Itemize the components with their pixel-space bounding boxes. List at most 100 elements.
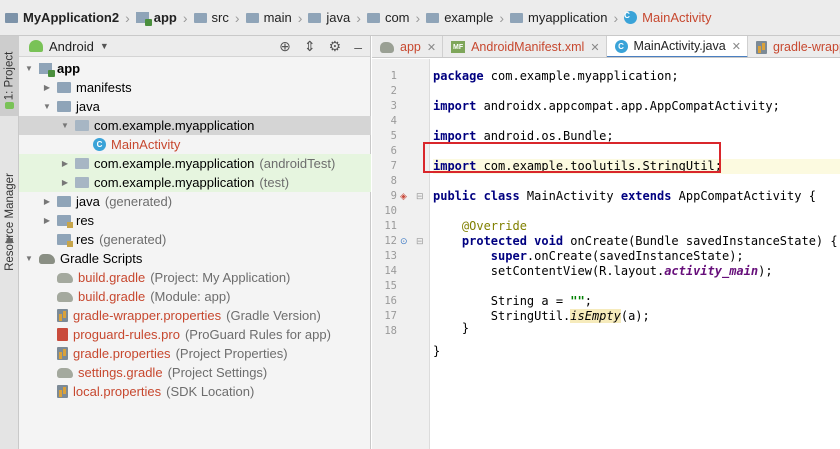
folder-icon	[245, 12, 259, 23]
tree-row[interactable]: gradle-wrapper.properties (Gradle Version…	[19, 306, 371, 325]
line-number: 17	[384, 310, 397, 322]
collapse-arrow-icon[interactable]: ▶	[41, 83, 53, 92]
breadcrumb-label: main	[263, 10, 292, 25]
breadcrumb-item[interactable]: example	[426, 0, 494, 35]
locate-icon[interactable]: ⊕	[279, 38, 291, 55]
tree-row[interactable]: settings.gradle (Project Settings)	[19, 363, 371, 382]
expand-arrow-icon[interactable]: ▼	[23, 64, 35, 73]
line-number: 11	[384, 220, 397, 232]
breadcrumb-item[interactable]: main	[245, 0, 292, 35]
tree-row[interactable]: local.properties (SDK Location)	[19, 382, 371, 401]
resource-manager-tab[interactable]: Resource Manager	[0, 154, 19, 290]
breadcrumb-item[interactable]: java	[308, 0, 350, 35]
breadcrumb-item[interactable]: myapplication	[510, 0, 608, 35]
android-icon	[29, 40, 43, 52]
tree-row[interactable]: build.gradle (Module: app)	[19, 287, 371, 306]
code-token: isEmpty	[570, 309, 621, 323]
gradle-icon	[39, 253, 55, 264]
breadcrumb-separator: ›	[499, 9, 504, 26]
breadcrumb-item[interactable]: src	[193, 0, 229, 35]
line-number: 7	[390, 160, 397, 172]
tree-label: com.example.myapplication	[94, 175, 255, 190]
code-token: com.example.myapplication;	[483, 69, 679, 83]
code-token: activity_main	[664, 264, 759, 278]
tree-suffix: (SDK Location)	[166, 384, 255, 399]
collapse-arrow-icon[interactable]: ▶	[59, 178, 71, 187]
tree-row[interactable]: ▶ com.example.myapplication (androidTest)	[19, 154, 371, 173]
folder-icon	[308, 12, 322, 23]
tree-label: gradle.properties	[73, 346, 171, 361]
tree-row[interactable]: ▶ com.example.myapplication (test)	[19, 173, 371, 192]
breadcrumb-label: example	[444, 10, 494, 25]
editor-tab[interactable]: C MainActivity.java ✕	[606, 36, 748, 57]
package-icon	[75, 120, 89, 131]
code-token: ;	[584, 294, 592, 308]
tree-row[interactable]: ▶ manifests	[19, 78, 371, 97]
collapse-arrow-icon[interactable]: ▶	[41, 197, 53, 206]
expand-arrow-icon[interactable]: ▼	[41, 102, 53, 111]
collapse-all-icon[interactable]: ⇕	[304, 38, 316, 55]
tree-row[interactable]: C MainActivity	[19, 135, 371, 154]
code-line: super.onCreate(savedInstanceState);	[433, 249, 744, 264]
tree-suffix: (androidTest)	[259, 156, 336, 171]
view-mode-selector[interactable]: Android	[49, 39, 94, 54]
gradle-icon	[380, 41, 394, 53]
breadcrumb-separator: ›	[613, 9, 619, 26]
fold-icon[interactable]: ⊟	[416, 236, 424, 247]
code-area[interactable]: package com.example.myapplication; import…	[433, 59, 840, 449]
code-token: import	[433, 99, 477, 113]
tree-suffix: (test)	[259, 175, 290, 190]
resource-icon	[4, 233, 15, 244]
code-token: ""	[570, 294, 585, 308]
tree-label: MainActivity	[111, 137, 181, 152]
breadcrumb-item[interactable]: C MainActivity	[624, 0, 712, 35]
tree-row[interactable]: res (generated)	[19, 230, 371, 249]
hide-icon[interactable]: –	[354, 39, 362, 55]
tree-row[interactable]: ▼ com.example.myapplication	[19, 116, 371, 135]
code-token: );	[758, 264, 773, 278]
code-token: protected void	[461, 234, 564, 248]
tree-suffix: (Module: app)	[150, 289, 231, 304]
expand-arrow-icon[interactable]: ▼	[23, 254, 35, 263]
close-icon[interactable]: ✕	[427, 41, 436, 54]
gear-icon[interactable]: ⚙	[329, 38, 342, 55]
tree-row[interactable]: build.gradle (Project: My Application)	[19, 268, 371, 287]
editor-tab[interactable]: gradle-wrappe	[748, 36, 840, 57]
tree-label: app	[57, 61, 81, 76]
tree-row[interactable]: proguard-rules.pro (ProGuard Rules for ap…	[19, 325, 371, 344]
code-line: @Override	[433, 219, 527, 234]
tree-row[interactable]: gradle.properties (Project Properties)	[19, 344, 371, 363]
code-token: super	[490, 249, 527, 263]
expand-arrow-icon[interactable]: ▼	[59, 121, 71, 130]
line-number: 16	[384, 295, 397, 307]
gradle-icon	[57, 291, 73, 302]
chevron-down-icon[interactable]: ▼	[100, 41, 109, 51]
collapse-arrow-icon[interactable]: ▶	[59, 159, 71, 168]
close-icon[interactable]: ✕	[590, 41, 599, 54]
tree-row[interactable]: ▼ app	[19, 59, 371, 78]
code-line: }	[433, 344, 440, 359]
properties-icon	[755, 40, 767, 54]
line-number: 13	[384, 250, 397, 262]
breadcrumb-item[interactable]: app	[135, 0, 177, 35]
code-line: }	[433, 321, 469, 336]
tree-row[interactable]: ▼ Gradle Scripts	[19, 249, 371, 268]
breadcrumb-item[interactable]: com	[366, 0, 410, 35]
line-number: 3	[390, 100, 397, 112]
override-icon[interactable]: ⊙	[400, 236, 408, 247]
tree-row[interactable]: ▼ java	[19, 97, 371, 116]
breadcrumb: MyApplication2 › app › src › main › java › com › exa…	[0, 0, 840, 36]
close-icon[interactable]: ✕	[732, 40, 741, 53]
implementation-icon[interactable]: ◈	[400, 191, 407, 202]
collapse-arrow-icon[interactable]: ▶	[41, 216, 53, 225]
tree-row[interactable]: ▶ res	[19, 211, 371, 230]
tree-suffix: (Project: My Application)	[150, 270, 291, 285]
tree-row[interactable]: ▶ java (generated)	[19, 192, 371, 211]
fold-icon[interactable]: ⊟	[416, 191, 424, 202]
properties-icon	[57, 385, 68, 398]
editor-tab[interactable]: MF AndroidManifest.xml ✕	[443, 36, 607, 57]
breadcrumb-item[interactable]: MyApplication2	[5, 0, 119, 35]
editor-tab[interactable]: app ✕	[372, 36, 444, 57]
